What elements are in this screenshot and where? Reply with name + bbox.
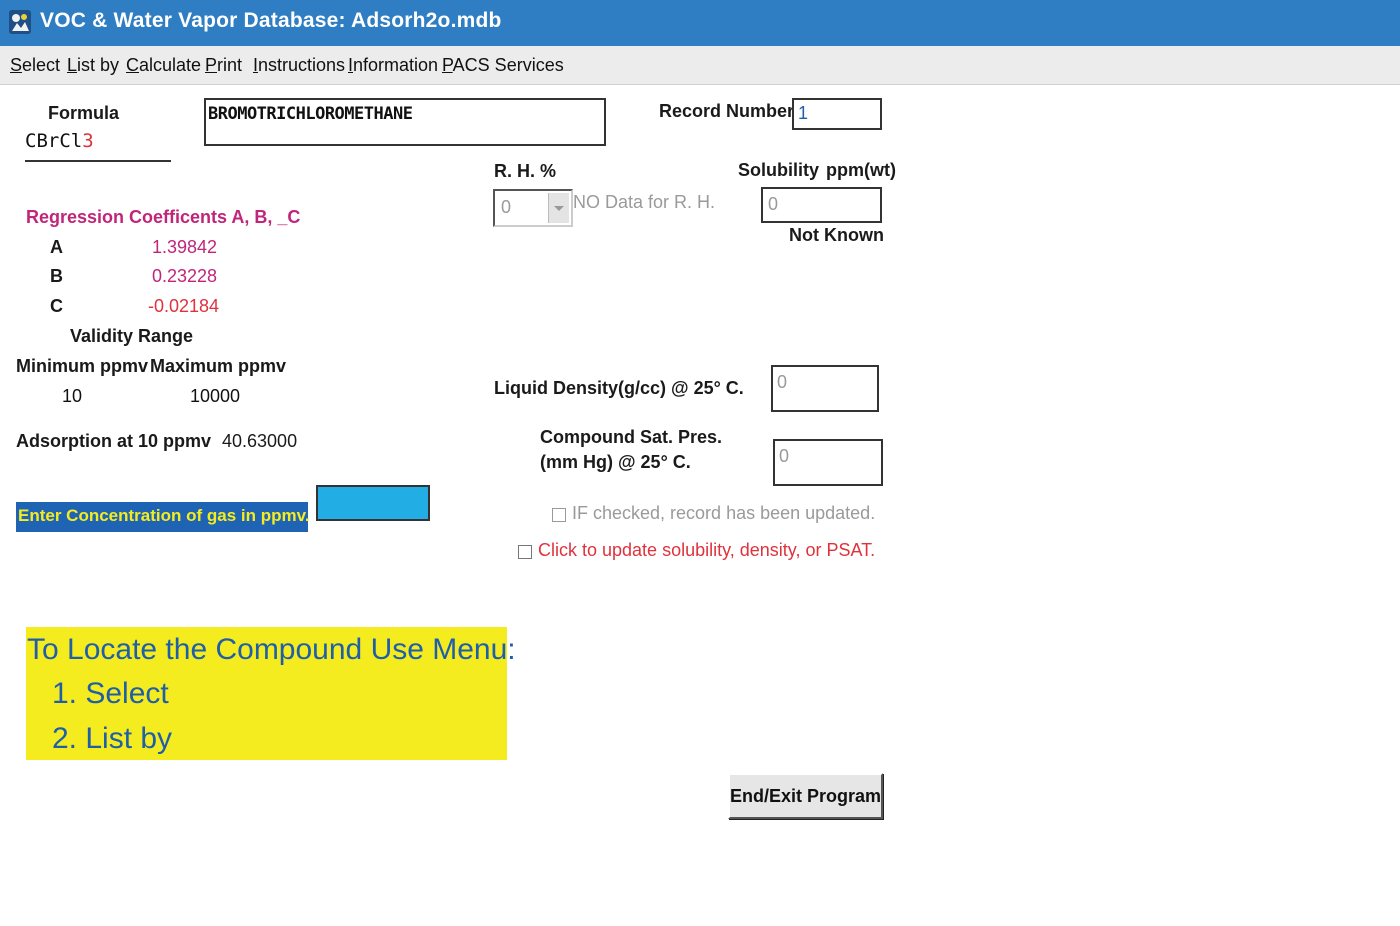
menu-instructions[interactable]: Instructions — [253, 55, 345, 76]
sat-pressure-value: 0 — [779, 446, 790, 466]
record-number-input[interactable]: 1 — [792, 98, 882, 130]
window-title: VOC & Water Vapor Database: Adsorh2o.mdb — [40, 9, 502, 32]
validity-max-label: Maximum ppmv — [150, 356, 287, 376]
coef-a-value: 1.39842 — [152, 237, 218, 257]
formula-label: Formula — [48, 103, 120, 123]
update-values-label[interactable]: Click to update solubility, density, or … — [538, 540, 875, 561]
sat-pressure-label-line2: (mm Hg) @ 25° C. — [540, 452, 691, 472]
end-exit-program-button[interactable]: End/Exit Program — [728, 773, 883, 819]
concentration-input[interactable] — [316, 485, 430, 521]
title-bar: VOC & Water Vapor Database: Adsorh2o.mdb — [0, 0, 1400, 46]
validity-min-label: Minimum ppmv — [16, 356, 149, 376]
formula-subscript: 3 — [82, 130, 94, 152]
validity-title: Validity Range — [70, 326, 194, 346]
solubility-input[interactable]: 0 — [761, 187, 882, 223]
coef-b-value: 0.23228 — [152, 266, 218, 286]
concentration-label-bg: Enter Concentration of gas in ppmv. — [16, 502, 310, 532]
help-step-1: 1. Select — [52, 677, 169, 710]
help-step-2: 2. List by — [52, 722, 173, 755]
record-updated-checkbox — [552, 508, 566, 522]
rh-label: R. H. % — [494, 161, 557, 181]
menu-information[interactable]: Information — [348, 55, 438, 76]
rh-no-data-note: NO Data for R. H. — [573, 192, 716, 212]
coef-b-label: B — [50, 266, 63, 286]
adsorption-label: Adsorption at 10 ppmv — [16, 431, 212, 451]
liquid-density-label: Liquid Density(g/cc) @ 25° C. — [494, 378, 744, 398]
liquid-density-value: 0 — [777, 372, 788, 392]
record-number-label: Record Number — [659, 101, 795, 121]
end-exit-program-label: End/Exit Program — [729, 785, 882, 806]
adsorption-value: 40.63000 — [222, 431, 298, 451]
solubility-value: 0 — [768, 194, 779, 214]
menu-select[interactable]: Select — [10, 55, 60, 76]
formula-text: CBrCl — [25, 130, 83, 152]
validity-max-value: 10000 — [190, 386, 241, 406]
record-updated-label: IF checked, record has been updated. — [572, 503, 876, 523]
concentration-label: Enter Concentration of gas in ppmv. — [18, 506, 310, 525]
chevron-down-icon[interactable] — [548, 193, 569, 223]
liquid-density-input[interactable]: 0 — [771, 365, 879, 412]
menu-print[interactable]: Print — [205, 55, 242, 76]
menu-list-by[interactable]: List by — [67, 55, 119, 76]
solubility-status: Not Known — [789, 225, 884, 245]
coef-a-label: A — [50, 237, 63, 257]
menu-bar: Select List by Calculate Print Instructi… — [0, 46, 1400, 85]
solubility-unit: ppm(wt) — [826, 160, 896, 180]
menu-calculate[interactable]: Calculate — [126, 55, 201, 76]
rh-select[interactable]: 0 — [493, 189, 573, 227]
coef-c-value: -0.02184 — [148, 296, 220, 316]
coef-c-label: C — [50, 296, 63, 316]
compound-name-field[interactable]: BROMOTRICHLOROMETHANE — [204, 98, 606, 146]
menu-pacs-services[interactable]: PACS Services — [442, 55, 564, 76]
regression-title: Regression Coefficents A, B, _C — [26, 207, 301, 227]
sat-pressure-input[interactable]: 0 — [773, 439, 883, 486]
help-heading: To Locate the Compound Use Menu: — [27, 633, 516, 666]
validity-min-value: 10 — [62, 386, 83, 406]
help-box: To Locate the Compound Use Menu: 1. Sele… — [26, 627, 516, 760]
rh-value: 0 — [501, 197, 512, 217]
update-values-checkbox[interactable] — [518, 545, 532, 559]
app-icon — [9, 10, 31, 34]
formula-field: CBrCl3 — [25, 130, 171, 162]
sat-pressure-label-line1: Compound Sat. Pres. — [540, 427, 723, 447]
compound-name-value: BROMOTRICHLOROMETHANE — [208, 104, 413, 124]
solubility-label: Solubility — [738, 160, 819, 180]
